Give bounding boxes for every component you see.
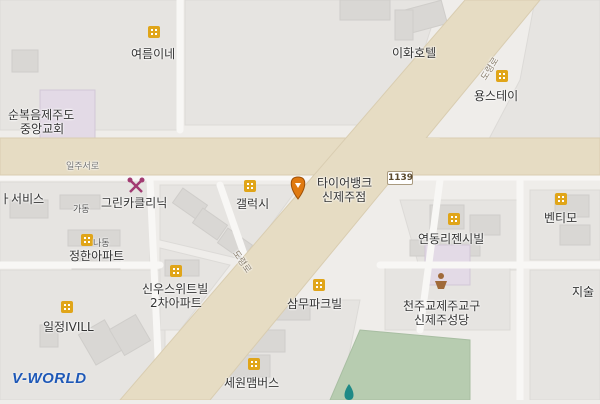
place-label-yongs-stay[interactable]: 용스테이 — [474, 89, 518, 104]
place-label-galaxy[interactable]: 갤럭시 — [236, 197, 269, 212]
place-label-gadong: 가동 — [73, 205, 90, 215]
place-label-jisul[interactable]: 지술 — [572, 285, 594, 300]
place-label-green-clinic[interactable]: 그린카클리닉 — [101, 196, 167, 211]
place-label-samu-park[interactable]: 삼무파크빌 — [287, 297, 342, 312]
vworld-logo: V-WORLD — [12, 370, 87, 387]
place-label-tire-bank-line1[interactable]: 타이어뱅크 — [317, 176, 372, 191]
building-poi-icon — [81, 234, 93, 246]
place-label-tire-bank-line2[interactable]: 신제주점 — [322, 190, 366, 205]
place-label-yeondong-richen[interactable]: 연동리젠시빌 — [418, 232, 484, 247]
vworld-logo-prefix: V — [12, 370, 22, 387]
building-poi-icon — [170, 265, 182, 277]
vworld-logo-text: -WORLD — [21, 370, 87, 387]
building-poi-icon — [148, 26, 160, 38]
place-label-siwoo-line2[interactable]: 2차아파트 — [150, 296, 202, 311]
building-poi-icon — [61, 301, 73, 313]
building-poi-icon — [244, 180, 256, 192]
place-label-iljeong-ivill[interactable]: 일정IVILL — [43, 320, 94, 335]
place-label-catholic-line2[interactable]: 신제주성당 — [414, 313, 469, 328]
building-poi-icon — [313, 279, 325, 291]
place-label-jeonghan-apt[interactable]: 정한아파트 — [69, 249, 124, 264]
place-label-bentimo[interactable]: 벤티모 — [544, 211, 577, 226]
map-canvas[interactable] — [0, 0, 600, 404]
place-label-seobiseu[interactable]: ㅏ서비스 — [0, 192, 44, 207]
place-label-sewon-mbus[interactable]: 세원맴버스 — [224, 376, 279, 391]
building-poi-icon — [448, 213, 460, 225]
place-label-yeoreumine[interactable]: 여름이네 — [131, 47, 175, 62]
place-label-ihwa-hotel[interactable]: 이화호텔 — [392, 46, 436, 61]
map-view[interactable]: 여름이네 이화호텔 용스테이 순복음제주도 중앙교회 일주서로 도령로 도령로 … — [0, 0, 600, 404]
building-poi-icon — [248, 358, 260, 370]
place-label-church-line2[interactable]: 중앙교회 — [20, 122, 64, 137]
place-label-siwoo-line1[interactable]: 신우스위트빌 — [142, 282, 208, 297]
building-poi-icon — [555, 193, 567, 205]
place-label-church-line1[interactable]: 순복음제주도 — [8, 108, 74, 123]
place-label-catholic-line1[interactable]: 천주교제주교구 — [403, 299, 480, 314]
road-label-ilju-seoro: 일주서로 — [66, 162, 100, 172]
route-shield-1139: 1139 — [387, 171, 414, 185]
